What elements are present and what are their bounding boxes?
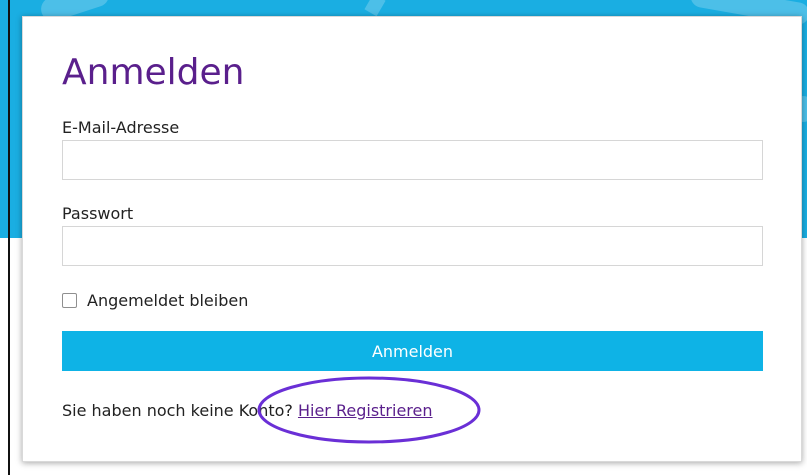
login-card: Anmelden E-Mail-Adresse Passwort Angemel… [22,16,802,462]
page-title: Anmelden [62,52,245,93]
decorative-shape [364,0,386,17]
remember-me[interactable]: Angemeldet bleiben [62,289,248,311]
register-prompt: Sie haben noch keine Konto? Hier Registr… [62,401,433,421]
password-label: Passwort [62,204,134,223]
login-button[interactable]: Anmelden [62,331,763,371]
email-field[interactable] [62,140,763,180]
register-prompt-text: Sie haben noch keine Konto? [62,401,293,420]
remember-label[interactable]: Angemeldet bleiben [87,291,248,310]
remember-checkbox[interactable] [62,292,77,308]
register-link[interactable]: Hier Registrieren [298,401,433,420]
window-edge [8,0,10,475]
password-field[interactable] [62,226,763,266]
email-label: E-Mail-Adresse [62,118,180,137]
